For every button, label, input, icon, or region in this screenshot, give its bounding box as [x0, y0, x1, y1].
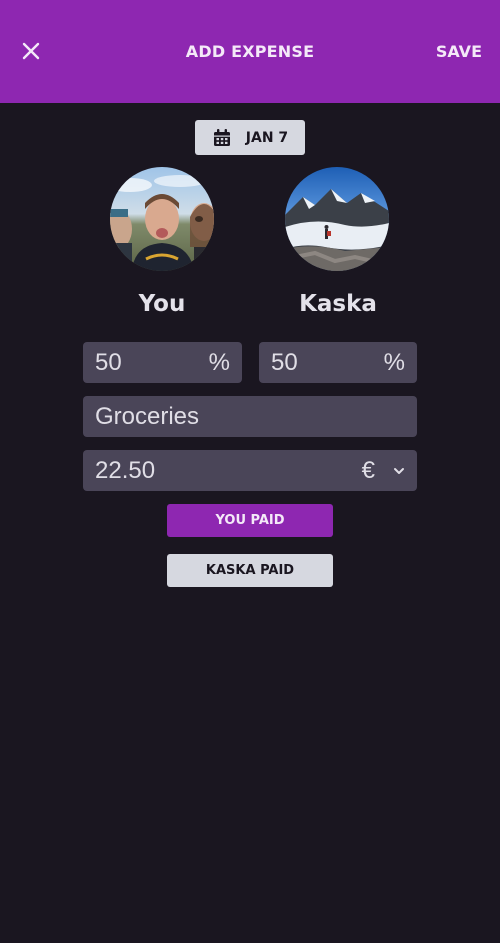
you-percent-value: 50 [95, 348, 122, 376]
percent-sign: % [383, 348, 405, 376]
date-picker-button[interactable]: JAN 7 [195, 120, 305, 155]
currency-symbol: € [361, 456, 375, 484]
percent-sign: % [208, 348, 230, 376]
kaska-paid-button[interactable]: KASKA PAID [167, 554, 333, 587]
description-input[interactable]: Groceries [83, 396, 417, 437]
person-name-you: You [138, 291, 186, 317]
you-percent-input[interactable]: 50 % [83, 342, 242, 383]
calendar-icon [213, 128, 230, 146]
app-bar: ADD EXPENSE SAVE [0, 0, 500, 103]
save-button[interactable]: SAVE [436, 42, 482, 61]
kaska-percent-value: 50 [271, 348, 298, 376]
amount-value: 22.50 [95, 456, 156, 484]
currency-select[interactable]: € [362, 457, 405, 485]
avatar-you [110, 167, 214, 271]
person-name-kaska: Kaska [299, 291, 377, 317]
description-value: Groceries [95, 402, 200, 430]
date-label: JAN 7 [245, 129, 289, 146]
chevron-down-icon [394, 467, 404, 474]
you-paid-button[interactable]: YOU PAID [167, 504, 333, 537]
page-title: ADD EXPENSE [185, 42, 315, 61]
avatar-kaska [285, 167, 389, 271]
amount-input[interactable]: 22.50 € [83, 450, 417, 491]
kaska-percent-input[interactable]: 50 % [259, 342, 417, 383]
